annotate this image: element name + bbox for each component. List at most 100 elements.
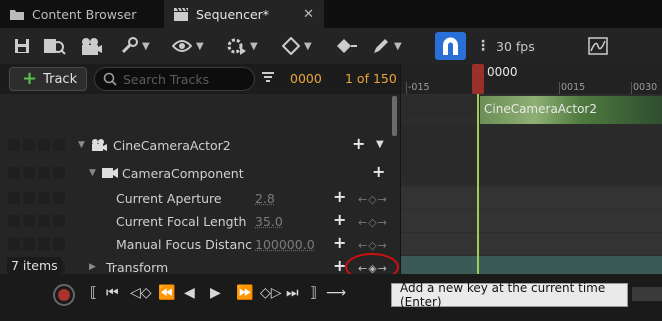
- track-color-swatch: [8, 215, 20, 227]
- curve-editor-button[interactable]: [588, 35, 608, 57]
- step-forward-icon[interactable]: ⏩: [236, 285, 253, 301]
- jump-to-end-icon[interactable]: ⟧: [310, 285, 317, 301]
- playhead-handle[interactable]: [472, 64, 484, 94]
- snap-toggle[interactable]: [435, 32, 466, 60]
- lane-transform[interactable]: [401, 256, 662, 274]
- chevron-down-icon: ▼: [394, 40, 402, 52]
- track-color-swatch: [38, 192, 50, 204]
- camera-icon: [80, 37, 102, 55]
- track-color-swatch: [23, 215, 35, 227]
- key-navigation-icon[interactable]: ←◇→: [358, 193, 388, 206]
- jump-next-key-icon[interactable]: ⏭: [286, 285, 299, 301]
- find-asset-icon: [44, 37, 66, 55]
- tab-sequencer[interactable]: Sequencer* ✕: [164, 0, 324, 28]
- key-navigation-icon[interactable]: ←◇→: [358, 216, 388, 229]
- clip-label: CineCameraActor2: [484, 102, 598, 116]
- track-row-focal-length[interactable]: Current Focal Length 35.0 + ←◇→: [0, 210, 392, 233]
- outliner-scrollbar[interactable]: [392, 96, 397, 136]
- current-frame[interactable]: 0000: [290, 71, 322, 86]
- add-track-button[interactable]: + Track: [9, 67, 87, 91]
- tick-label: 0015: [561, 82, 586, 93]
- track-row-focus-distance[interactable]: Manual Focus Distance ( 100000.0 + ←◇→: [0, 233, 392, 256]
- fps-label: 30 fps: [496, 38, 535, 54]
- track-color-swatch: [8, 167, 20, 179]
- record-button[interactable]: [53, 284, 75, 306]
- track-color-swatch: [38, 167, 50, 179]
- property-value[interactable]: 100000.0: [255, 237, 315, 252]
- auto-key-button[interactable]: [336, 35, 358, 57]
- clapperboard-icon: [174, 7, 188, 21]
- track-color-swatch: [53, 215, 65, 227]
- tooltip-text: Add a new key at the current time (Enter…: [400, 281, 606, 309]
- find-asset-button[interactable]: [44, 35, 66, 57]
- time-ruler[interactable]: -015 0015 0030: [401, 64, 662, 94]
- camera-icon: [91, 138, 107, 152]
- expand-arrow-icon[interactable]: ▶: [89, 262, 96, 272]
- track-color-swatch: [23, 167, 35, 179]
- save-button[interactable]: [14, 35, 30, 57]
- lane-focus-distance[interactable]: [401, 233, 662, 255]
- playback-options-menu[interactable]: ▼: [226, 35, 258, 57]
- chevron-down-icon[interactable]: ▼: [376, 139, 384, 150]
- add-key-plus-icon[interactable]: +: [333, 187, 346, 206]
- lane-component[interactable]: [401, 125, 662, 183]
- chevron-down-icon: ▼: [196, 40, 204, 52]
- add-key-plus-icon[interactable]: +: [333, 233, 346, 252]
- curve-editor-icon: [588, 37, 608, 55]
- lane-aperture[interactable]: [401, 187, 662, 209]
- camera-cut-clip[interactable]: CineCameraActor2: [480, 96, 662, 124]
- track-color-swatch: [53, 238, 65, 250]
- track-header: + Track 0000 1 of 150: [0, 64, 400, 94]
- expand-arrow-icon[interactable]: ▼: [89, 168, 96, 178]
- add-track-plus-icon[interactable]: +: [352, 134, 365, 153]
- step-back-icon[interactable]: ⏪: [158, 285, 175, 301]
- property-value[interactable]: 35.0: [255, 214, 283, 229]
- snap-options-button[interactable]: ⋮: [476, 35, 490, 57]
- play-reverse-icon[interactable]: ◀: [184, 285, 195, 301]
- tools-menu[interactable]: ▼: [120, 35, 150, 57]
- lane-focal-length[interactable]: [401, 210, 662, 232]
- property-value[interactable]: 2.8: [255, 191, 275, 206]
- tick-label: 0030: [633, 82, 658, 93]
- edit-options-menu[interactable]: ▼: [372, 35, 402, 57]
- track-color-swatch: [38, 215, 50, 227]
- track-color-swatch: [38, 139, 50, 151]
- prev-key-icon[interactable]: ◁◇: [130, 285, 152, 301]
- jump-prev-key-icon[interactable]: ⏮: [106, 285, 119, 301]
- view-options-icon: [172, 39, 192, 53]
- chevron-down-icon: ▼: [250, 40, 258, 52]
- tab-content-browser[interactable]: Content Browser: [0, 0, 160, 28]
- track-color-swatch: [8, 139, 20, 151]
- track-row-camera-actor[interactable]: ▼ CineCameraActor2 + ▼: [0, 134, 392, 157]
- add-track-plus-icon[interactable]: +: [372, 162, 385, 181]
- track-row-camera-component[interactable]: ▼ CameraComponent +: [0, 162, 392, 185]
- add-key-plus-icon[interactable]: +: [333, 210, 346, 229]
- folder-icon: [10, 8, 24, 20]
- track-row-current-aperture[interactable]: Current Aperture 2.8 + ←◇→: [0, 187, 392, 210]
- expand-arrow-icon[interactable]: ▼: [78, 140, 85, 150]
- jump-to-start-icon[interactable]: ⟦: [90, 285, 97, 301]
- snap-magnet-icon: [441, 37, 460, 55]
- tick-label: -015: [408, 82, 430, 93]
- playback-range-bar[interactable]: [632, 287, 662, 301]
- next-key-icon[interactable]: ◇▷: [260, 285, 282, 301]
- track-label: CameraComponent: [122, 166, 244, 181]
- fps-dropdown[interactable]: 30 fps: [496, 35, 535, 57]
- play-icon[interactable]: ▶: [210, 285, 221, 301]
- property-label: Manual Focus Distance (: [116, 237, 252, 252]
- search-input[interactable]: [123, 71, 253, 87]
- filter-icon[interactable]: [261, 71, 275, 85]
- playhead-frame-label: 0000: [487, 65, 518, 79]
- key-options-icon: [282, 37, 300, 55]
- track-color-swatch: [8, 238, 20, 250]
- tools-icon: [120, 37, 138, 55]
- playback-options-icon: [226, 36, 246, 56]
- camera-button[interactable]: [80, 35, 102, 57]
- chevron-down-icon: ▼: [304, 40, 312, 52]
- loop-icon[interactable]: ⟶: [326, 285, 346, 301]
- view-options-menu[interactable]: ▼: [172, 35, 204, 57]
- key-options-menu[interactable]: ▼: [282, 35, 312, 57]
- close-icon[interactable]: ✕: [303, 7, 314, 22]
- search-box[interactable]: [94, 67, 255, 91]
- key-navigation-icon[interactable]: ←◇→: [358, 239, 388, 252]
